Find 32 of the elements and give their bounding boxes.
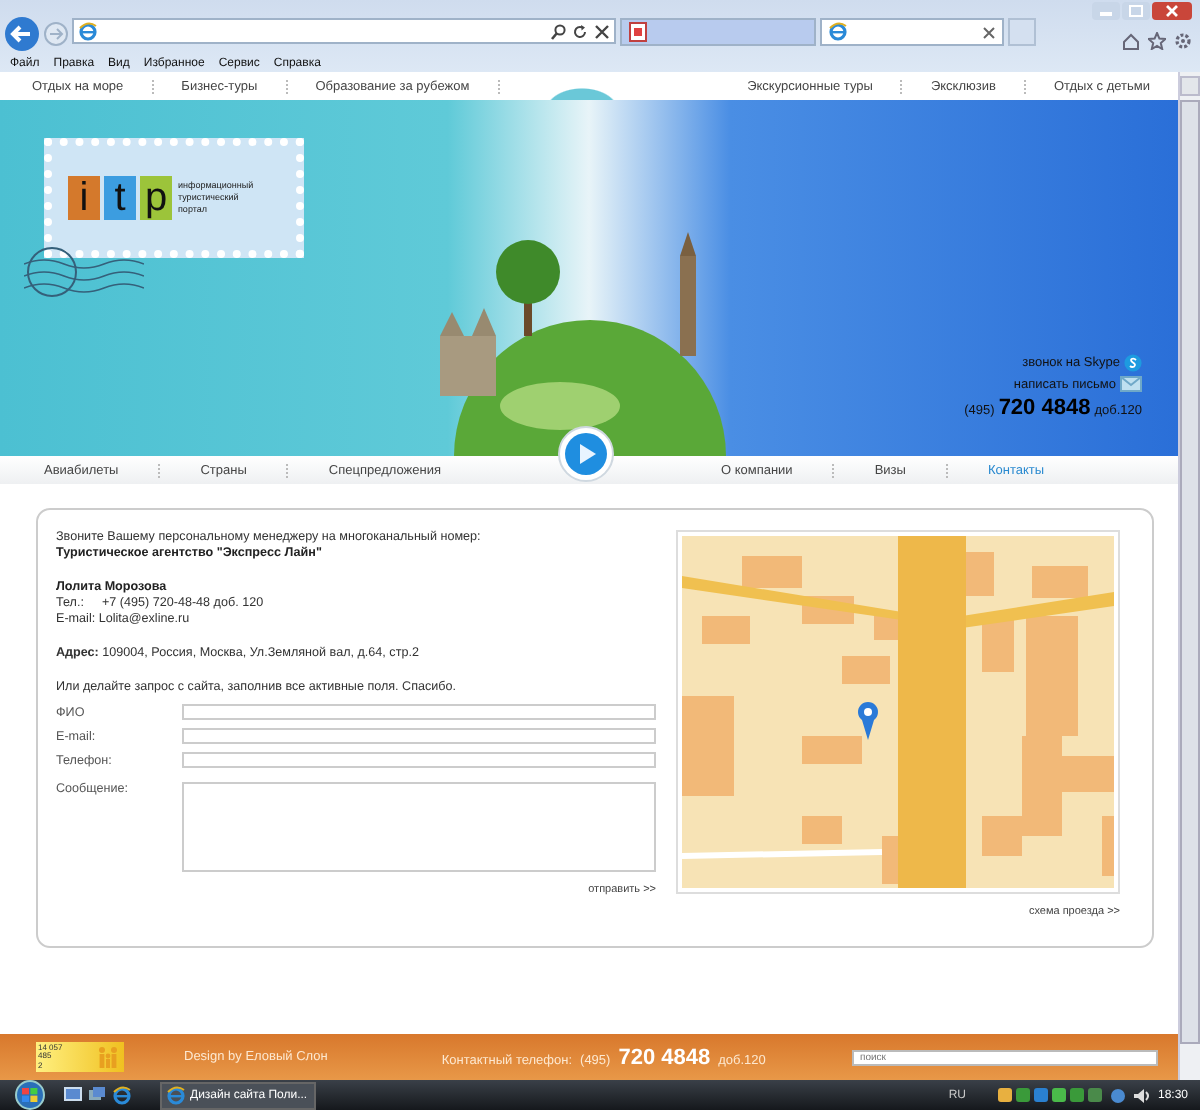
people-icon (96, 1046, 120, 1068)
home-icon[interactable] (1122, 32, 1140, 50)
settings-icon[interactable] (1174, 32, 1192, 50)
browser-icon (166, 1085, 186, 1105)
input-field[interactable] (182, 752, 656, 768)
browser-tab[interactable] (820, 18, 1004, 46)
phone-number: 720 4848 (998, 396, 1091, 420)
message-field[interactable] (182, 782, 656, 872)
star-icon[interactable] (1148, 32, 1166, 50)
close-icon[interactable] (982, 25, 996, 39)
back-button[interactable] (4, 16, 40, 52)
browser-icon (78, 21, 98, 41)
search-icon[interactable] (550, 23, 566, 39)
refresh-icon[interactable] (572, 23, 588, 39)
desktop-icon[interactable] (64, 1085, 82, 1103)
logo-letter: p (140, 176, 172, 220)
browser-tab[interactable] (620, 18, 816, 46)
page-icon (628, 22, 648, 42)
logo-letter: i (68, 176, 100, 220)
window-switch-icon[interactable] (88, 1085, 106, 1103)
browser-icon (828, 22, 848, 42)
network-icon[interactable] (1109, 1087, 1126, 1103)
input-field[interactable] (182, 728, 656, 744)
logo-letter: t (104, 176, 136, 220)
address-field[interactable] (72, 18, 616, 44)
close-icon[interactable] (594, 23, 610, 39)
phone-number: 720 4848 (618, 1045, 711, 1069)
input-field[interactable] (182, 704, 656, 720)
browser-icon[interactable] (112, 1085, 132, 1105)
close-button[interactable] (1152, 2, 1192, 20)
skype-icon[interactable] (1124, 354, 1142, 372)
volume-icon[interactable] (1133, 1087, 1150, 1103)
